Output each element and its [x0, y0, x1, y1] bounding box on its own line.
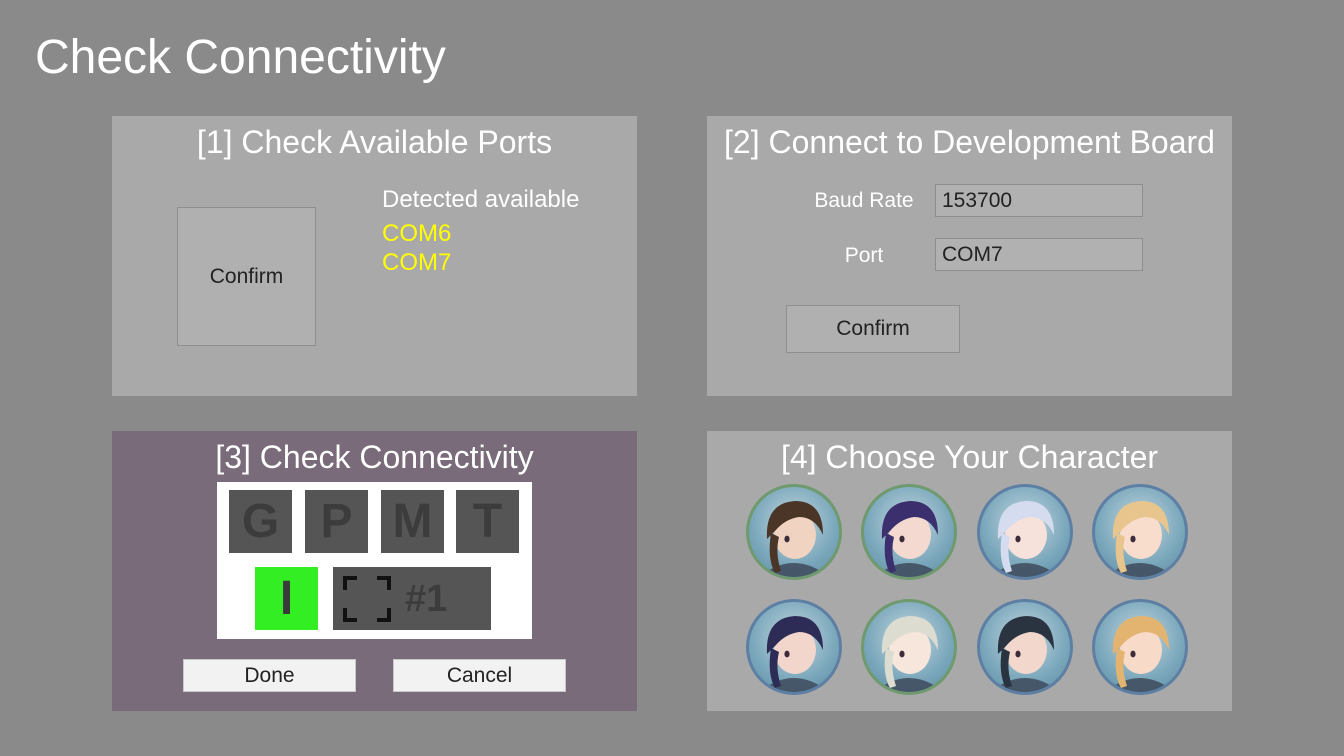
character-portrait-icon — [990, 616, 1060, 692]
port-list-item: COM7 — [382, 249, 452, 276]
baud-rate-label: Baud Rate — [814, 189, 914, 212]
status-tile-p: P — [305, 490, 368, 553]
character-portrait-icon — [874, 501, 944, 577]
character-avatar[interactable] — [861, 599, 957, 695]
baud-rate-field[interactable]: 153700 — [935, 184, 1143, 217]
character-avatar[interactable] — [861, 484, 957, 580]
confirm-ports-button[interactable]: Confirm — [177, 207, 316, 346]
connectivity-display: G P M T I #1 — [217, 482, 532, 639]
port-list-item: COM6 — [382, 220, 452, 247]
scan-tile: #1 — [333, 567, 491, 630]
character-portrait-icon — [1105, 501, 1175, 577]
scan-frame-icon — [343, 576, 391, 622]
character-avatar[interactable] — [977, 599, 1073, 695]
check-ports-heading: [1] Check Available Ports — [196, 124, 553, 160]
choose-character-heading: [4] Choose Your Character — [780, 439, 1159, 475]
connect-board-panel: [2] Connect to Development Board Baud Ra… — [707, 116, 1232, 396]
character-portrait-icon — [759, 501, 829, 577]
character-portrait-icon — [990, 501, 1060, 577]
status-tile-m: M — [381, 490, 444, 553]
status-tile-active: I — [255, 567, 318, 630]
character-portrait-icon — [874, 616, 944, 692]
detected-ports-label: Detected available — [382, 186, 580, 213]
character-avatar[interactable] — [977, 484, 1073, 580]
check-ports-panel: [1] Check Available Ports Confirm Detect… — [112, 116, 637, 396]
check-connectivity-panel: [3] Check Connectivity G P M T I #1 Done… — [112, 431, 637, 711]
cancel-button[interactable]: Cancel — [393, 659, 566, 692]
status-tile-g: G — [229, 490, 292, 553]
character-avatar[interactable] — [1092, 599, 1188, 695]
character-portrait-icon — [1105, 616, 1175, 692]
page-title: Check Connectivity — [35, 31, 446, 84]
character-avatar[interactable] — [746, 484, 842, 580]
scan-number: #1 — [405, 578, 448, 620]
character-avatar[interactable] — [746, 599, 842, 695]
done-button[interactable]: Done — [183, 659, 356, 692]
connect-board-heading: [2] Connect to Development Board — [724, 124, 1215, 160]
character-avatar[interactable] — [1092, 484, 1188, 580]
port-field[interactable]: COM7 — [935, 238, 1143, 271]
confirm-connect-button[interactable]: Confirm — [786, 305, 960, 353]
check-connectivity-heading: [3] Check Connectivity — [215, 439, 534, 475]
status-tile-t: T — [456, 490, 519, 553]
choose-character-panel: [4] Choose Your Character — [707, 431, 1232, 711]
port-label: Port — [844, 244, 884, 267]
character-portrait-icon — [759, 616, 829, 692]
